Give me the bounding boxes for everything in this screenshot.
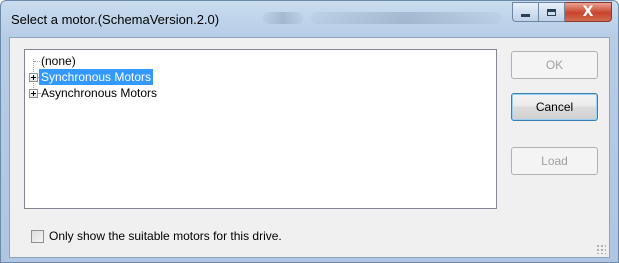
tree-item-synchronous-motors[interactable]: Synchronous Motors <box>25 69 225 85</box>
window-title: Select a motor.(SchemaVersion.2.0) <box>11 12 220 27</box>
motor-tree[interactable]: (none) Synchronous Motors Asynchronous M… <box>24 49 497 209</box>
minimize-button[interactable] <box>512 2 539 22</box>
close-button[interactable]: X <box>565 2 612 22</box>
tree-item-label: (none) <box>41 54 76 68</box>
tree-item-label: Synchronous Motors <box>39 69 154 85</box>
resize-grip-icon[interactable] <box>596 244 606 254</box>
suitable-motors-label[interactable]: Only show the suitable motors for this d… <box>49 229 282 243</box>
expand-plus-icon[interactable] <box>29 73 38 82</box>
minimize-icon <box>521 14 530 17</box>
load-button[interactable]: Load <box>511 147 598 175</box>
title-bar[interactable]: Select a motor.(SchemaVersion.2.0) X <box>1 1 618 37</box>
expand-plus-icon[interactable] <box>29 89 38 98</box>
maximize-button[interactable] <box>539 2 565 22</box>
window-controls: X <box>512 2 612 22</box>
suitable-motors-checkbox[interactable] <box>31 230 44 243</box>
blurred-title-region-2 <box>311 12 501 24</box>
maximize-icon <box>547 8 556 16</box>
cancel-button[interactable]: Cancel <box>511 93 598 121</box>
dialog-window: Select a motor.(SchemaVersion.2.0) X (no… <box>0 0 619 263</box>
tree-item-none[interactable]: (none) <box>25 53 225 69</box>
blurred-title-region <box>263 12 303 24</box>
close-icon: X <box>582 4 594 20</box>
dialog-body: (none) Synchronous Motors Asynchronous M… <box>9 37 610 258</box>
tree-item-asynchronous-motors[interactable]: Asynchronous Motors <box>25 85 225 101</box>
tree-item-label: Asynchronous Motors <box>41 86 158 100</box>
ok-button[interactable]: OK <box>511 51 598 79</box>
